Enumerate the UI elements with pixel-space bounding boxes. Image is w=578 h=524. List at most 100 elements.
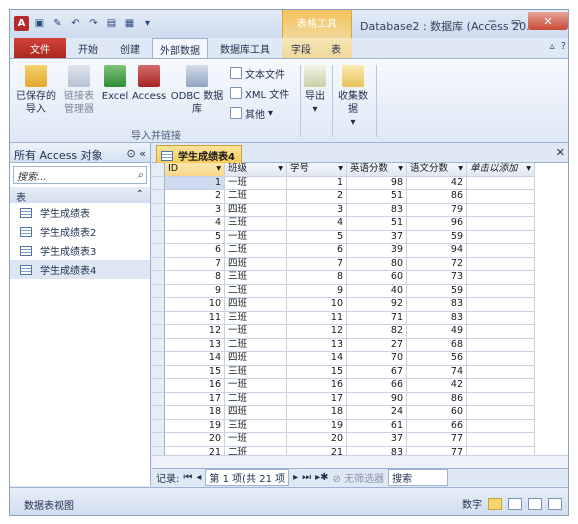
help-icon[interactable]: ? [561, 41, 566, 52]
row-selector[interactable] [152, 325, 165, 339]
undo-icon[interactable]: ↶ [68, 16, 83, 31]
cell-class[interactable]: 三班 [225, 217, 287, 231]
cell-student-no[interactable]: 2 [287, 190, 347, 204]
cell-add[interactable] [467, 176, 535, 190]
column-header-chinese[interactable]: 语文分数 ▾ [407, 163, 467, 177]
cell-class[interactable]: 三班 [225, 311, 287, 325]
cell-english[interactable]: 80 [347, 257, 407, 271]
cell-student-no[interactable]: 17 [287, 392, 347, 406]
last-record-icon[interactable]: ⏭ [302, 472, 311, 483]
select-all-cell[interactable] [152, 163, 165, 177]
cell-add[interactable] [467, 419, 535, 433]
tab-create[interactable]: 创建 [110, 38, 150, 58]
row-selector[interactable] [152, 406, 165, 420]
cell-class[interactable]: 三班 [225, 271, 287, 285]
nav-item-table-3[interactable]: 学生成绩表3 [10, 241, 150, 260]
table-row[interactable]: 5 一班 5 37 59 [152, 230, 568, 244]
record-position-field[interactable]: 第 1 项(共 21 项 [205, 469, 290, 486]
column-dropdown-icon[interactable]: ▾ [458, 163, 463, 176]
cell-class[interactable]: 一班 [225, 379, 287, 393]
cell-class[interactable]: 二班 [225, 338, 287, 352]
table-row[interactable]: 6 二班 6 39 94 [152, 244, 568, 258]
cell-class[interactable]: 二班 [225, 392, 287, 406]
column-header-add[interactable]: 单击以添加 ▾ [467, 163, 535, 177]
cell-chinese[interactable]: 77 [407, 433, 467, 447]
search-icon[interactable]: ⌕ [137, 170, 143, 181]
nav-header[interactable]: 所有 Access 对象 ⊙ « [10, 143, 150, 163]
design-view-icon[interactable] [548, 497, 562, 510]
cell-add[interactable] [467, 298, 535, 312]
cell-chinese[interactable]: 66 [407, 419, 467, 433]
cell-chinese[interactable]: 59 [407, 284, 467, 298]
table-row[interactable]: 20 一班 20 37 77 [152, 433, 568, 447]
cell-class[interactable]: 一班 [225, 176, 287, 190]
cell-chinese[interactable]: 86 [407, 190, 467, 204]
column-dropdown-icon[interactable]: ▾ [216, 163, 221, 176]
cell-student-no[interactable]: 9 [287, 284, 347, 298]
cell-english[interactable]: 51 [347, 190, 407, 204]
table-row[interactable]: 7 四班 7 80 72 [152, 257, 568, 271]
row-selector[interactable] [152, 379, 165, 393]
row-selector[interactable] [152, 284, 165, 298]
cell-student-no[interactable]: 3 [287, 203, 347, 217]
table-row[interactable]: 2 二班 2 51 86 [152, 190, 568, 204]
row-selector[interactable] [152, 190, 165, 204]
close-button[interactable]: ✕ [528, 12, 568, 30]
row-selector[interactable] [152, 244, 165, 258]
cell-english[interactable]: 67 [347, 365, 407, 379]
cell-chinese[interactable]: 79 [407, 203, 467, 217]
close-document-icon[interactable]: ✕ [556, 146, 565, 159]
cell-english[interactable]: 90 [347, 392, 407, 406]
cell-english[interactable]: 82 [347, 325, 407, 339]
cell-add[interactable] [467, 406, 535, 420]
tab-fields[interactable]: 字段 [282, 38, 320, 58]
table-row[interactable]: 12 一班 12 82 49 [152, 325, 568, 339]
cell-class[interactable]: 一班 [225, 325, 287, 339]
cell-english[interactable]: 37 [347, 433, 407, 447]
cell-id[interactable]: 14 [165, 352, 225, 366]
cell-class[interactable]: 二班 [225, 244, 287, 258]
access-import-button[interactable]: Access [132, 65, 166, 103]
cell-add[interactable] [467, 230, 535, 244]
row-selector[interactable] [152, 433, 165, 447]
row-selector[interactable] [152, 352, 165, 366]
nav-search-field[interactable]: 搜索... ⌕ [13, 166, 147, 184]
new-record-nav-icon[interactable]: ▸✱ [315, 472, 328, 483]
cell-add[interactable] [467, 217, 535, 231]
cell-id[interactable]: 2 [165, 190, 225, 204]
redo-icon[interactable]: ↷ [86, 16, 101, 31]
saved-imports-button[interactable]: 已保存的 导入 [16, 65, 56, 116]
cell-english[interactable]: 71 [347, 311, 407, 325]
cell-add[interactable] [467, 244, 535, 258]
prev-record-icon[interactable]: ◂ [196, 472, 201, 483]
row-selector[interactable] [152, 271, 165, 285]
cell-student-no[interactable]: 8 [287, 271, 347, 285]
row-selector[interactable] [152, 419, 165, 433]
cell-id[interactable]: 11 [165, 311, 225, 325]
cell-id[interactable]: 10 [165, 298, 225, 312]
cell-class[interactable]: 一班 [225, 433, 287, 447]
cell-student-no[interactable]: 15 [287, 365, 347, 379]
table-row[interactable]: 19 三班 19 61 66 [152, 419, 568, 433]
table-row[interactable]: 4 三班 4 51 96 [152, 217, 568, 231]
row-selector[interactable] [152, 217, 165, 231]
nav-group-tables[interactable]: 表 ⌃ [10, 187, 150, 204]
nav-item-table-1[interactable]: 学生成绩表 [10, 203, 150, 222]
datasheet-view-icon[interactable] [488, 497, 502, 510]
row-selector[interactable] [152, 176, 165, 190]
record-search-field[interactable]: 搜索 [388, 469, 449, 486]
cell-english[interactable]: 70 [347, 352, 407, 366]
cell-id[interactable]: 8 [165, 271, 225, 285]
cell-student-no[interactable]: 19 [287, 419, 347, 433]
row-selector[interactable] [152, 311, 165, 325]
export-button[interactable]: 导出 ▾ [302, 65, 328, 116]
cell-add[interactable] [467, 352, 535, 366]
minimize-button[interactable]: ─ [480, 12, 504, 30]
cell-student-no[interactable]: 4 [287, 217, 347, 231]
cell-english[interactable]: 40 [347, 284, 407, 298]
cell-id[interactable]: 18 [165, 406, 225, 420]
cell-add[interactable] [467, 271, 535, 285]
column-dropdown-icon[interactable]: ▾ [278, 163, 283, 176]
tab-home[interactable]: 开始 [68, 38, 108, 58]
cell-chinese[interactable]: 68 [407, 338, 467, 352]
